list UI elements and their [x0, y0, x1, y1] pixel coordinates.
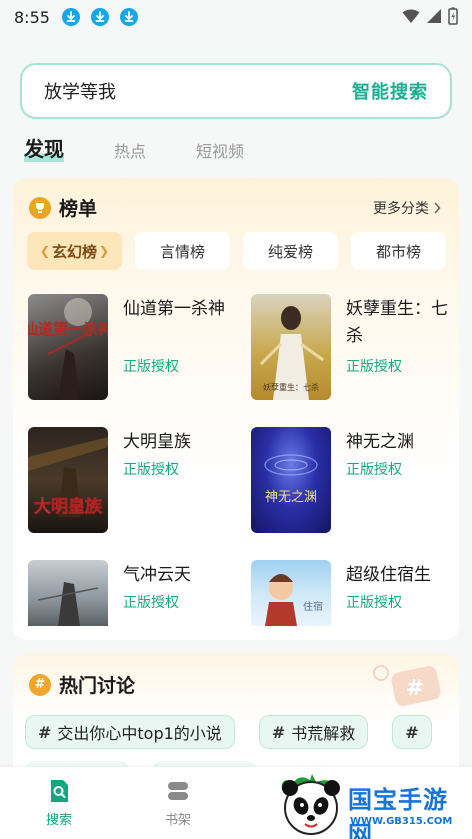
book-title: 大明皇族: [123, 432, 191, 452]
battery-icon: [448, 7, 458, 25]
ranking-header: 榜单 更多分类: [29, 194, 441, 221]
category-bl[interactable]: 纯爱榜: [243, 232, 338, 270]
book-title: 气冲云天: [123, 565, 191, 585]
trophy-icon: [29, 196, 51, 219]
nav-label: 书架: [164, 813, 191, 828]
book-item[interactable]: 住宿 超级住宿生 正版授权: [251, 560, 451, 626]
book-item[interactable]: 大明皇族 大明皇族 正版授权: [28, 427, 228, 533]
category-label: 纯爱榜: [267, 242, 313, 261]
hashtag-decoration-icon: #: [373, 665, 441, 706]
hashtag-icon: #: [38, 722, 52, 742]
chevron-right-icon: [434, 201, 441, 214]
category-xuanhuan[interactable]: ❮ 玄幻榜 ❯: [27, 232, 122, 270]
top-tabs: 发现 热点 短视频: [24, 133, 244, 166]
book-item[interactable]: 神无之渊 神无之渊 正版授权: [251, 427, 451, 533]
book-cover: 神无之渊: [251, 427, 331, 533]
book-cover: 大明皇族: [28, 427, 108, 533]
watermark-url: WWW.GB315.COM: [350, 816, 453, 827]
cover-title-art: 大明皇族: [34, 496, 103, 517]
license-badge: 正版授权: [346, 359, 402, 375]
topic-label: 交出你心中top1的小说: [57, 724, 222, 743]
svg-text:#: #: [406, 676, 424, 701]
book-item[interactable]: 仙道第一杀神 仙道第一杀神 正版授权: [28, 294, 228, 400]
topic-chip[interactable]: # 交出你心中top1的小说: [25, 715, 235, 749]
hashtag-icon: #: [405, 722, 419, 742]
cover-title-art: 神无之渊: [265, 490, 317, 505]
status-bar: 8:55: [0, 0, 472, 34]
cover-title-art: 住宿: [303, 600, 323, 613]
nav-search[interactable]: 搜索: [29, 779, 89, 828]
book-cover: 住宿: [251, 560, 331, 626]
category-urban[interactable]: 都市榜: [351, 232, 446, 270]
book-cover: [28, 560, 108, 626]
download-notification-icon: [119, 8, 138, 26]
watermark-logo: 国宝手游网 WWW.GB315.COM: [276, 772, 472, 839]
book-title: 超级住宿生: [346, 565, 431, 585]
laurel-left-icon: ❮: [39, 244, 50, 258]
hashtag-icon: #: [271, 722, 286, 742]
more-categories-label: 更多分类: [373, 200, 429, 217]
license-badge: 正版授权: [346, 595, 402, 611]
book-title: 妖孽重生：七杀: [346, 299, 448, 346]
category-label: 玄幻榜: [51, 242, 97, 261]
discussion-title: 热门讨论: [59, 675, 136, 697]
category-label: 都市榜: [375, 242, 421, 261]
tab-hot[interactable]: 热点: [114, 138, 146, 166]
panda-logo-icon: [281, 774, 340, 835]
cover-title-art: 仙道第一杀神: [28, 320, 108, 338]
tab-discover[interactable]: 发现: [24, 133, 64, 166]
search-tab-icon: [51, 780, 68, 802]
discussion-header: # 热门讨论: [29, 671, 135, 698]
license-badge: 正版授权: [346, 462, 402, 478]
book-item[interactable]: 妖孽重生：七杀 妖孽重生：七杀 正版授权: [251, 294, 451, 400]
topic-chip[interactable]: #: [392, 715, 433, 749]
license-badge: 正版授权: [123, 462, 179, 478]
license-badge: 正版授权: [123, 359, 179, 375]
hashtag-icon: #: [29, 673, 51, 696]
tab-short-video[interactable]: 短视频: [196, 138, 244, 166]
status-icons: [402, 7, 458, 25]
topic-chips: # 交出你心中top1的小说 # 书荒解救 #: [25, 715, 433, 749]
category-label: 言情榜: [159, 242, 205, 261]
category-romance[interactable]: 言情榜: [135, 232, 230, 270]
smart-search-button[interactable]: 智能搜索: [352, 78, 428, 104]
book-cover: 妖孽重生：七杀: [251, 294, 331, 400]
topic-chip[interactable]: # 书荒解救: [258, 715, 369, 749]
more-categories-link[interactable]: 更多分类: [373, 198, 441, 218]
nav-label: 搜索: [45, 813, 72, 828]
laurel-right-icon: ❯: [99, 244, 110, 258]
signal-icon: [427, 9, 441, 23]
category-tabs: ❮ 玄幻榜 ❯ 言情榜 纯爱榜 都市榜: [27, 232, 446, 270]
book-item[interactable]: 气冲云天 正版授权: [28, 560, 228, 626]
download-notification-icon: [61, 8, 80, 26]
license-badge: 正版授权: [123, 595, 179, 611]
wifi-icon: [402, 9, 420, 23]
watermark-title: 国宝手游网: [348, 786, 448, 839]
book-title: 仙道第一杀神: [123, 299, 225, 319]
topic-label: 书荒解救: [291, 724, 356, 743]
bookshelf-icon: [168, 782, 188, 800]
ranking-title: 榜单: [59, 198, 98, 220]
cover-title-art: 妖孽重生：七杀: [263, 382, 319, 392]
download-notification-icon: [90, 8, 109, 26]
ranking-card: 榜单 更多分类 ❮ 玄幻榜 ❯ 言情榜 纯爱榜 都市榜 仙道第一杀神 仙道第一杀…: [13, 178, 459, 640]
book-title: 神无之渊: [346, 432, 414, 452]
book-cover: 仙道第一杀神: [28, 294, 108, 400]
search-bar[interactable]: 放学等我 智能搜索: [20, 63, 452, 119]
nav-bookshelf[interactable]: 书架: [148, 779, 208, 828]
search-input[interactable]: 放学等我: [44, 78, 352, 104]
status-time: 8:55: [14, 7, 50, 27]
